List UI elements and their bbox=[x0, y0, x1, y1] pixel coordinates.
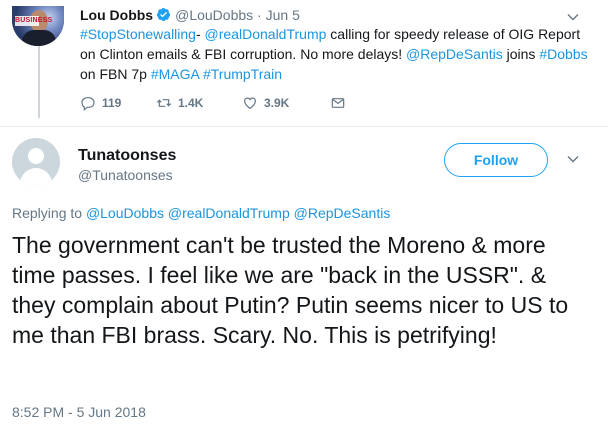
like-count: 3.9K bbox=[264, 96, 290, 110]
tweet-text-segment: joins bbox=[502, 46, 540, 62]
retweet-icon bbox=[156, 99, 172, 107]
retweet-count: 1.4K bbox=[178, 96, 204, 110]
parent-tweet: BUSINESS Lou Dobbs @LouDobbs · Jun 5 #Sto… bbox=[0, 0, 608, 126]
mention-link[interactable]: @realDonaldTrump bbox=[168, 205, 290, 221]
tweet-text-segment: - bbox=[195, 26, 205, 42]
divider bbox=[0, 126, 608, 127]
direct-message-button[interactable] bbox=[330, 95, 352, 111]
envelope-icon bbox=[331, 98, 345, 108]
mention-link[interactable]: @LouDobbs bbox=[86, 205, 164, 221]
mention-link[interactable]: @RepDeSantis bbox=[406, 46, 503, 62]
heart-icon bbox=[244, 97, 256, 110]
hashtag-link[interactable]: #MAGA bbox=[151, 66, 199, 82]
tweet-text-segment: on FBN 7p bbox=[80, 66, 151, 82]
like-button[interactable]: 3.9K bbox=[242, 95, 289, 111]
parent-tweet-text: #StopStonewalling- @realDonaldTrump call… bbox=[80, 24, 590, 84]
author-handle[interactable]: @Tunatoonses bbox=[78, 166, 173, 184]
tweet-timestamp[interactable]: 8:52 PM - 5 Jun 2018 bbox=[12, 403, 146, 421]
verified-badge-icon bbox=[157, 7, 171, 22]
retweet-button[interactable]: 1.4K bbox=[156, 95, 203, 111]
avatar[interactable]: BUSINESS bbox=[12, 6, 64, 46]
reply-icon bbox=[81, 97, 95, 111]
parent-tweet-header: Lou Dobbs @LouDobbs · Jun 5 bbox=[80, 6, 300, 24]
separator-dot: · bbox=[257, 7, 262, 23]
author-name[interactable]: Tunatoonses bbox=[78, 146, 176, 166]
replying-to: Replying to @LouDobbs @realDonaldTrump @… bbox=[12, 204, 390, 222]
chevron-down-icon[interactable] bbox=[566, 152, 580, 166]
thread-connector-line bbox=[38, 46, 40, 118]
author-handle[interactable]: @LouDobbs bbox=[175, 7, 253, 23]
follow-button[interactable]: Follow bbox=[444, 143, 548, 177]
chevron-down-icon[interactable] bbox=[566, 10, 580, 24]
reply-tweet-text: The government can't be trusted the More… bbox=[12, 232, 569, 348]
replying-prefix: Replying to bbox=[12, 205, 83, 221]
reply-count: 119 bbox=[102, 96, 122, 110]
reply-button[interactable]: 119 bbox=[80, 95, 121, 111]
author-name[interactable]: Lou Dobbs bbox=[80, 7, 153, 23]
hashtag-link[interactable]: #TrumpTrain bbox=[203, 66, 282, 82]
tweet-date[interactable]: Jun 5 bbox=[266, 7, 300, 23]
mention-link[interactable]: @RepDeSantis bbox=[294, 205, 391, 221]
hashtag-link[interactable]: #StopStonewalling bbox=[80, 26, 196, 42]
mention-link[interactable]: @realDonaldTrump bbox=[205, 26, 327, 42]
avatar-logo: BUSINESS bbox=[15, 16, 53, 26]
avatar[interactable] bbox=[12, 138, 60, 186]
hashtag-link[interactable]: #Dobbs bbox=[539, 46, 587, 62]
tweet-actions: 119 1.4K 3.9K bbox=[80, 95, 380, 111]
